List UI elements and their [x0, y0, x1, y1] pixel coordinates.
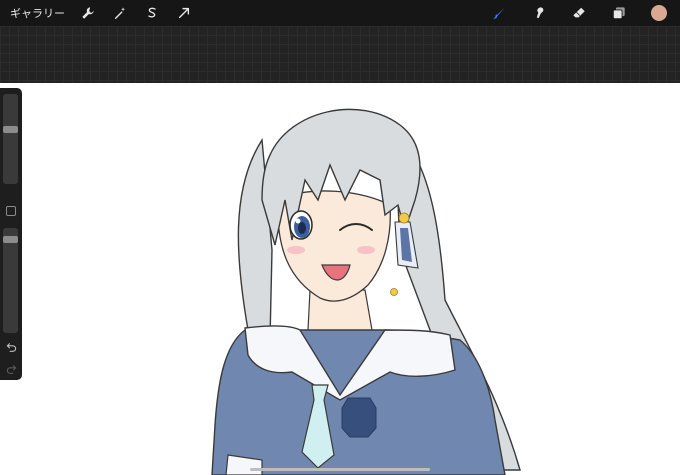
redo-icon — [6, 364, 16, 374]
transform-button[interactable] — [171, 0, 197, 26]
actions-button[interactable] — [75, 0, 101, 26]
eraser-icon — [573, 7, 585, 18]
star-charm — [390, 288, 398, 296]
right-blush — [357, 246, 375, 254]
chest-patch — [341, 397, 377, 438]
transform-arrow-icon — [178, 7, 190, 19]
opacity-slider[interactable] — [3, 228, 18, 333]
layers-button[interactable] — [606, 0, 632, 26]
gallery-button[interactable]: ギャラリー — [10, 5, 65, 21]
left-pupil — [298, 222, 306, 234]
undo-button[interactable] — [4, 340, 18, 352]
left-sidebar — [0, 88, 22, 380]
wrench-icon — [82, 7, 94, 19]
layers-icon — [612, 7, 625, 20]
top-toolbar: ギャラリー — [0, 0, 680, 26]
color-button[interactable] — [646, 0, 672, 26]
smudge-tool-button[interactable] — [526, 0, 552, 26]
brush-size-thumb[interactable] — [3, 126, 18, 133]
left-blush — [287, 246, 305, 254]
canvas-background-grid — [0, 26, 680, 83]
brush-size-slider[interactable] — [3, 94, 18, 184]
redo-button[interactable] — [4, 362, 18, 374]
brush-tool-button[interactable] — [486, 0, 512, 26]
home-indicator — [250, 468, 430, 471]
modify-button[interactable] — [6, 206, 16, 216]
current-color-swatch — [651, 5, 667, 21]
star-ornament — [398, 212, 410, 224]
magic-wand-icon — [114, 7, 125, 19]
eye-highlight — [295, 218, 301, 224]
anime-girl-illustration — [211, 108, 521, 475]
opacity-thumb[interactable] — [3, 236, 18, 243]
undo-icon — [6, 342, 16, 352]
eraser-tool-button[interactable] — [566, 0, 592, 26]
drawing-canvas[interactable] — [0, 83, 680, 475]
brush-icon — [492, 7, 505, 19]
selection-icon — [148, 7, 156, 18]
selection-button[interactable] — [139, 0, 165, 26]
smudge-icon — [536, 7, 544, 19]
adjustments-button[interactable] — [107, 0, 133, 26]
